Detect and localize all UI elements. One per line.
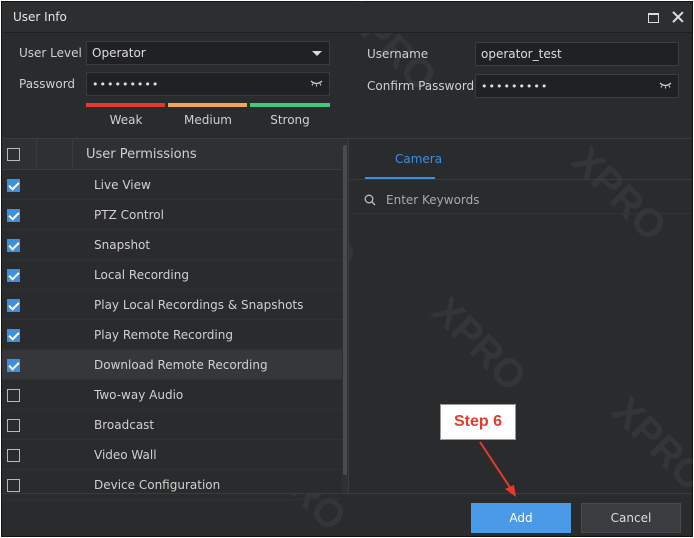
maximize-icon[interactable] <box>645 9 661 25</box>
permission-row[interactable]: Play Remote Recording <box>2 320 342 350</box>
permissions-header: User Permissions <box>2 139 342 170</box>
username-value: operator_test <box>481 47 562 61</box>
permission-checkbox[interactable] <box>7 359 20 372</box>
password-value: ••••••••• <box>92 78 160 91</box>
strength-weak-bar <box>86 103 165 107</box>
column-divider <box>36 139 37 170</box>
permission-row[interactable]: Device Configuration <box>2 470 342 500</box>
permission-row[interactable]: Local Recording <box>2 260 342 290</box>
permission-checkbox[interactable] <box>7 299 20 312</box>
permission-row[interactable]: Video Wall <box>2 440 342 470</box>
permission-checkbox[interactable] <box>7 239 20 252</box>
permission-label: Device Configuration <box>94 478 221 492</box>
eye-closed-icon[interactable] <box>310 79 323 87</box>
close-icon[interactable] <box>670 9 686 25</box>
permission-label: Local Recording <box>94 268 189 282</box>
cancel-button[interactable]: Cancel <box>581 503 681 533</box>
password-field[interactable]: ••••••••• <box>86 72 330 96</box>
watermark: XPRO <box>603 388 694 500</box>
permission-label: Live View <box>94 178 151 192</box>
permission-row[interactable]: Download Remote Recording <box>2 350 342 380</box>
password-label: Password <box>19 77 76 91</box>
permission-row[interactable]: PTZ Control <box>2 200 342 230</box>
confirm-password-field[interactable]: ••••••••• <box>475 74 679 98</box>
strength-medium-label: Medium <box>184 113 232 127</box>
divider <box>2 493 692 494</box>
permission-label: Play Remote Recording <box>94 328 233 342</box>
username-field[interactable]: operator_test <box>475 42 679 66</box>
strength-strong-bar <box>250 103 330 107</box>
window-title: User Info <box>13 10 67 24</box>
user-info-dialog: XPRO XPRO XPRO XPRO XPRO XPRO User Info … <box>1 0 694 538</box>
tab-camera[interactable]: Camera <box>365 152 442 178</box>
permission-label: Play Local Recordings & Snapshots <box>94 298 304 312</box>
divider <box>349 179 692 180</box>
permissions-header-label: User Permissions <box>86 147 197 162</box>
permission-label: Video Wall <box>94 448 157 462</box>
permission-checkbox[interactable] <box>7 209 20 222</box>
scroll-thumb[interactable] <box>343 145 347 475</box>
eye-closed-icon[interactable] <box>659 81 672 89</box>
confirm-password-label: Confirm Password <box>367 79 475 93</box>
strength-medium-bar <box>168 103 247 107</box>
permission-checkbox[interactable] <box>7 449 20 462</box>
permission-label: PTZ Control <box>94 208 164 222</box>
username-label: Username <box>367 47 429 61</box>
title-bar[interactable]: User Info <box>2 2 692 33</box>
permission-label: Snapshot <box>94 238 151 252</box>
tab-camera-label: Camera <box>395 152 443 166</box>
permissions-panel: User Permissions Live View PTZ Control Sna… <box>2 139 348 500</box>
permissions-list: Live View PTZ Control Snapshot Local Record… <box>2 170 342 500</box>
column-divider <box>72 139 73 170</box>
permission-checkbox[interactable] <box>7 419 20 432</box>
watermark: XPRO <box>423 288 535 400</box>
permission-row[interactable]: Two-way Audio <box>2 380 342 410</box>
camera-search-input[interactable] <box>382 190 682 210</box>
permission-checkbox[interactable] <box>7 179 20 192</box>
add-button[interactable]: Add <box>471 503 571 533</box>
select-all-checkbox[interactable] <box>7 148 20 161</box>
permission-row[interactable]: Play Local Recordings & Snapshots <box>2 290 342 320</box>
divider <box>349 213 692 214</box>
strength-weak-label: Weak <box>109 113 143 127</box>
user-level-value: Operator <box>92 46 146 60</box>
user-level-select[interactable]: Operator <box>86 41 330 65</box>
divider <box>348 139 349 493</box>
user-level-label: User Level <box>19 46 82 60</box>
permission-label: Broadcast <box>94 418 155 432</box>
permission-checkbox[interactable] <box>7 479 20 492</box>
step-annotation: Step 6 <box>440 404 516 440</box>
permission-checkbox[interactable] <box>7 269 20 282</box>
search-icon <box>364 194 376 206</box>
permission-row[interactable]: Snapshot <box>2 230 342 260</box>
strength-strong-label: Strong <box>270 113 310 127</box>
chevron-down-icon <box>312 51 322 56</box>
permission-checkbox[interactable] <box>7 389 20 402</box>
permission-row[interactable]: Live View <box>2 170 342 200</box>
permission-label: Two-way Audio <box>94 388 184 402</box>
confirm-password-value: ••••••••• <box>481 80 549 93</box>
permission-checkbox[interactable] <box>7 329 20 342</box>
permission-label: Download Remote Recording <box>94 358 268 372</box>
permission-row[interactable]: Broadcast <box>2 410 342 440</box>
